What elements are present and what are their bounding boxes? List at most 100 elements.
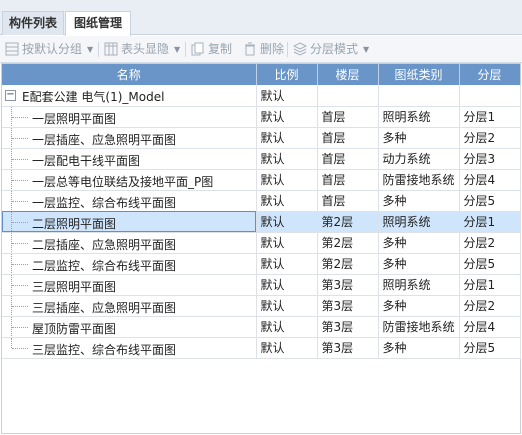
column-header-name[interactable]: 名称 xyxy=(2,64,257,85)
name-cell[interactable]: − E配套公建 电气(1)_Model xyxy=(2,85,257,107)
table-row[interactable]: 一层配电干线平面图 默认 首层 动力系统 分层3 xyxy=(2,148,521,170)
collapse-icon[interactable]: − xyxy=(5,90,16,101)
scale-cell[interactable]: 默认 xyxy=(256,232,318,254)
floor-cell[interactable] xyxy=(317,85,379,107)
layer-cell[interactable]: 分层3 xyxy=(459,148,521,170)
tab-component-list[interactable]: 构件列表 xyxy=(2,11,64,35)
floor-cell[interactable]: 第3层 xyxy=(317,316,379,338)
table-row[interactable]: 二层插座、应急照明平面图 默认 第2层 多种 分层2 xyxy=(2,232,521,254)
trash-icon xyxy=(245,42,255,56)
separator xyxy=(98,42,99,57)
layer-cell[interactable] xyxy=(459,85,521,107)
floor-cell[interactable]: 第3层 xyxy=(317,295,379,317)
table-row[interactable]: 二层监控、综合布线平面图 默认 第2层 多种 分层5 xyxy=(2,253,521,275)
layer-cell[interactable]: 分层4 xyxy=(459,316,521,338)
group-default-button[interactable]: 按默认分组 ▼ xyxy=(5,40,93,59)
layer-cell[interactable]: 分层1 xyxy=(459,274,521,296)
name-cell[interactable]: 二层照明平面图 xyxy=(2,211,257,233)
floor-cell[interactable]: 首层 xyxy=(317,106,379,128)
scale-cell[interactable]: 默认 xyxy=(256,190,318,212)
drawing-name: 三层插座、应急照明平面图 xyxy=(32,300,177,315)
tree-connector xyxy=(12,137,28,139)
column-header-floor[interactable]: 楼层 xyxy=(317,64,379,85)
table-row[interactable]: 屋顶防雷平面图 默认 第3层 防雷接地系统 分层4 xyxy=(2,316,521,338)
scale-cell[interactable]: 默认 xyxy=(256,295,318,317)
category-cell[interactable]: 照明系统 xyxy=(378,274,460,296)
category-cell[interactable]: 照明系统 xyxy=(378,211,460,233)
delete-button[interactable]: 删除 xyxy=(243,40,284,59)
floor-cell[interactable]: 第3层 xyxy=(317,274,379,296)
floor-cell[interactable]: 首层 xyxy=(317,148,379,170)
category-cell[interactable]: 多种 xyxy=(378,337,460,359)
floor-cell[interactable]: 第2层 xyxy=(317,253,379,275)
scale-cell[interactable]: 默认 xyxy=(256,127,318,149)
scale-cell[interactable]: 默认 xyxy=(256,337,318,359)
category-cell[interactable]: 防雷接地系统 xyxy=(378,316,460,338)
name-cell[interactable]: 一层插座、应急照明平面图 xyxy=(2,127,257,149)
category-cell[interactable]: 动力系统 xyxy=(378,148,460,170)
layer-cell[interactable]: 分层5 xyxy=(459,253,521,275)
table-row[interactable]: 一层照明平面图 默认 首层 照明系统 分层1 xyxy=(2,106,521,128)
layer-cell[interactable]: 分层5 xyxy=(459,190,521,212)
name-cell[interactable]: 三层插座、应急照明平面图 xyxy=(2,295,257,317)
table-row[interactable]: 二层照明平面图 默认 第2层 照明系统 分层1 xyxy=(2,211,521,233)
layer-cell[interactable]: 分层2 xyxy=(459,232,521,254)
floor-cell[interactable]: 第2层 xyxy=(317,232,379,254)
layer-cell[interactable]: 分层1 xyxy=(459,106,521,128)
floor-cell[interactable]: 首层 xyxy=(317,190,379,212)
name-cell[interactable]: 屋顶防雷平面图 xyxy=(2,316,257,338)
table-row[interactable]: 一层插座、应急照明平面图 默认 首层 多种 分层2 xyxy=(2,127,521,149)
floor-cell[interactable]: 首层 xyxy=(317,127,379,149)
category-cell[interactable]: 防雷接地系统 xyxy=(378,169,460,191)
name-cell[interactable]: 三层照明平面图 xyxy=(2,274,257,296)
category-cell[interactable]: 多种 xyxy=(378,190,460,212)
category-cell[interactable]: 多种 xyxy=(378,127,460,149)
category-cell[interactable]: 照明系统 xyxy=(378,106,460,128)
table-row[interactable]: 一层监控、综合布线平面图 默认 首层 多种 分层5 xyxy=(2,190,521,212)
column-header-layer[interactable]: 分层 xyxy=(459,64,521,85)
column-header-category[interactable]: 图纸类别 xyxy=(378,64,460,85)
layer-cell[interactable]: 分层1 xyxy=(459,211,521,233)
scale-cell[interactable]: 默认 xyxy=(256,169,318,191)
scale-cell[interactable]: 默认 xyxy=(256,211,318,233)
category-cell[interactable]: 多种 xyxy=(378,253,460,275)
layers-icon xyxy=(293,42,307,56)
layer-cell[interactable]: 分层4 xyxy=(459,169,521,191)
name-cell[interactable]: 一层监控、综合布线平面图 xyxy=(2,190,257,212)
table-row[interactable]: 三层照明平面图 默认 第3层 照明系统 分层1 xyxy=(2,274,521,296)
floor-cell[interactable]: 第3层 xyxy=(317,337,379,359)
floor-cell[interactable]: 第2层 xyxy=(317,211,379,233)
category-cell[interactable] xyxy=(378,85,460,107)
scale-cell[interactable]: 默认 xyxy=(256,106,318,128)
floor-cell[interactable]: 首层 xyxy=(317,169,379,191)
name-cell[interactable]: 三层监控、综合布线平面图 xyxy=(2,337,257,359)
layer-mode-button[interactable]: 分层模式 ▼ xyxy=(293,40,369,59)
category-cell[interactable]: 多种 xyxy=(378,295,460,317)
header-toggle-button[interactable]: 表头显隐 ▼ xyxy=(104,40,180,59)
scale-cell[interactable]: 默认 xyxy=(256,274,318,296)
layer-cell[interactable]: 分层2 xyxy=(459,295,521,317)
drawing-name: 二层照明平面图 xyxy=(32,216,117,231)
category-cell[interactable]: 多种 xyxy=(378,232,460,254)
name-cell[interactable]: 一层配电干线平面图 xyxy=(2,148,257,170)
name-cell[interactable]: 二层插座、应急照明平面图 xyxy=(2,232,257,254)
name-cell[interactable]: 二层监控、综合布线平面图 xyxy=(2,253,257,275)
name-cell[interactable]: 一层总等电位联结及接地平面_P图 xyxy=(2,169,257,191)
layer-cell[interactable]: 分层5 xyxy=(459,337,521,359)
table-row-root[interactable]: − E配套公建 电气(1)_Model 默认 xyxy=(2,85,521,107)
table-row[interactable]: 一层总等电位联结及接地平面_P图 默认 首层 防雷接地系统 分层4 xyxy=(2,169,521,191)
table-row[interactable]: 三层监控、综合布线平面图 默认 第3层 多种 分层5 xyxy=(2,337,521,359)
scale-cell[interactable]: 默认 xyxy=(256,148,318,170)
layer-cell[interactable]: 分层2 xyxy=(459,127,521,149)
scale-cell[interactable]: 默认 xyxy=(256,316,318,338)
copy-button[interactable]: 复制 xyxy=(191,40,232,59)
name-cell[interactable]: 一层照明平面图 xyxy=(2,106,257,128)
scale-cell[interactable]: 默认 xyxy=(256,253,318,275)
tree-connector xyxy=(12,179,28,181)
scale-cell[interactable]: 默认 xyxy=(256,85,318,107)
table-row[interactable]: 三层插座、应急照明平面图 默认 第3层 多种 分层2 xyxy=(2,295,521,317)
tab-drawing-management[interactable]: 图纸管理 xyxy=(65,11,131,36)
copy-icon xyxy=(191,42,204,56)
column-header-scale[interactable]: 比例 xyxy=(256,64,318,85)
drawing-name: 三层照明平面图 xyxy=(32,279,117,294)
